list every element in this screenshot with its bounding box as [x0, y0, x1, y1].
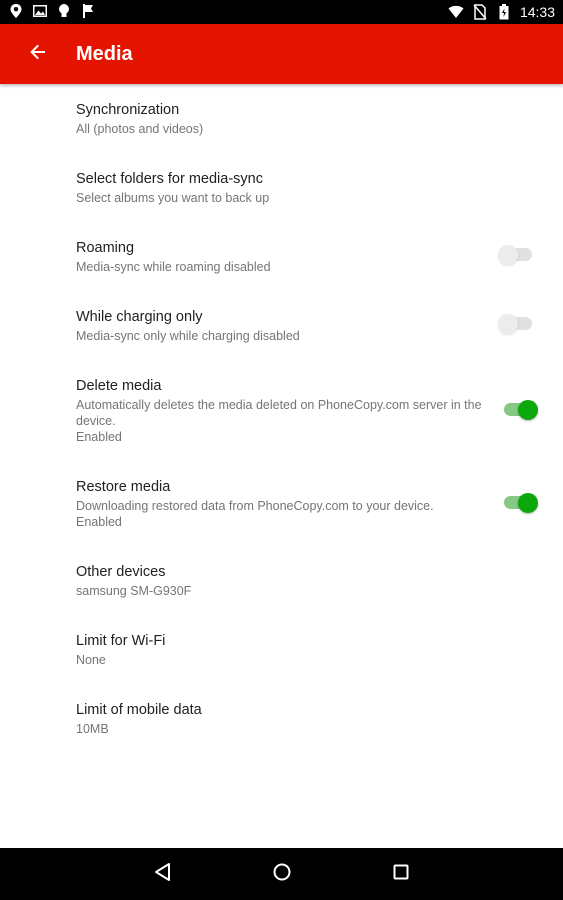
setting-title: Limit for Wi-Fi	[76, 633, 166, 649]
setting-summary: Select albums you want to back up	[76, 191, 270, 205]
setting-status: Enabled	[76, 430, 122, 444]
setting-title: Roaming	[76, 240, 135, 256]
nav-recents-button[interactable]	[388, 861, 414, 887]
setting-other-devices[interactable]: Other devices samsung SM-G930F	[0, 563, 563, 613]
restore-media-switch[interactable]	[500, 491, 540, 515]
switch-thumb	[498, 245, 518, 265]
setting-summary: Automatically deletes the media deleted …	[76, 397, 486, 445]
setting-title: Delete media	[76, 378, 162, 394]
delete-media-switch[interactable]	[500, 398, 540, 422]
switch-thumb	[498, 314, 518, 334]
wifi-icon	[448, 4, 464, 20]
setting-select-folders[interactable]: Select folders for media-sync Select alb…	[0, 170, 563, 220]
setting-summary: Media-sync while roaming disabled	[76, 260, 271, 274]
setting-title: Select folders for media-sync	[76, 171, 263, 187]
while-charging-switch[interactable]	[498, 312, 538, 336]
clock: 14:33	[519, 4, 555, 20]
no-sim-icon	[472, 4, 488, 20]
back-triangle-icon	[153, 862, 173, 887]
setting-restore-media[interactable]: Restore media Downloading restored data …	[0, 478, 563, 533]
back-button[interactable]	[22, 38, 54, 70]
setting-description: Automatically deletes the media deleted …	[76, 398, 482, 428]
setting-synchronization[interactable]: Synchronization All (photos and videos)	[0, 101, 563, 151]
nav-home-button[interactable]	[269, 861, 295, 887]
setting-summary: Media-sync only while charging disabled	[76, 329, 300, 343]
setting-title: Synchronization	[76, 102, 180, 118]
flag-icon	[80, 3, 96, 19]
location-pin-icon	[8, 3, 24, 19]
app-bar: Media	[0, 24, 563, 84]
setting-limit-wifi[interactable]: Limit for Wi-Fi None	[0, 632, 563, 682]
system-icons: 14:33	[448, 2, 555, 22]
setting-roaming[interactable]: Roaming Media-sync while roaming disable…	[0, 239, 563, 289]
switch-thumb	[518, 400, 538, 420]
nav-back-button[interactable]	[150, 861, 176, 887]
lightbulb-icon	[56, 3, 72, 19]
setting-summary: samsung SM-G930F	[76, 584, 192, 598]
setting-title: Other devices	[76, 564, 166, 580]
recents-square-icon	[391, 862, 411, 887]
setting-summary: Downloading restored data from PhoneCopy…	[76, 498, 486, 530]
notification-icons	[8, 3, 96, 19]
setting-status: Enabled	[76, 515, 122, 529]
setting-summary: All (photos and videos)	[76, 122, 204, 136]
navigation-bar	[0, 848, 563, 900]
setting-delete-media[interactable]: Delete media Automatically deletes the m…	[0, 377, 563, 447]
setting-title: Limit of mobile data	[76, 702, 202, 718]
status-bar: 14:33	[0, 0, 563, 24]
setting-title: While charging only	[76, 309, 203, 325]
photo-icon	[32, 3, 48, 19]
page-title: Media	[76, 43, 133, 65]
roaming-switch[interactable]	[498, 243, 538, 267]
setting-summary: None	[76, 653, 106, 667]
setting-title: Restore media	[76, 479, 171, 495]
home-circle-icon	[272, 862, 292, 887]
setting-description: Downloading restored data from PhoneCopy…	[76, 499, 434, 513]
setting-summary: 10MB	[76, 722, 109, 736]
battery-icon	[496, 4, 512, 20]
switch-thumb	[518, 493, 538, 513]
setting-limit-mobile-data[interactable]: Limit of mobile data 10MB	[0, 701, 563, 751]
setting-while-charging-only[interactable]: While charging only Media-sync only whil…	[0, 308, 563, 358]
arrow-left-icon	[30, 44, 46, 65]
